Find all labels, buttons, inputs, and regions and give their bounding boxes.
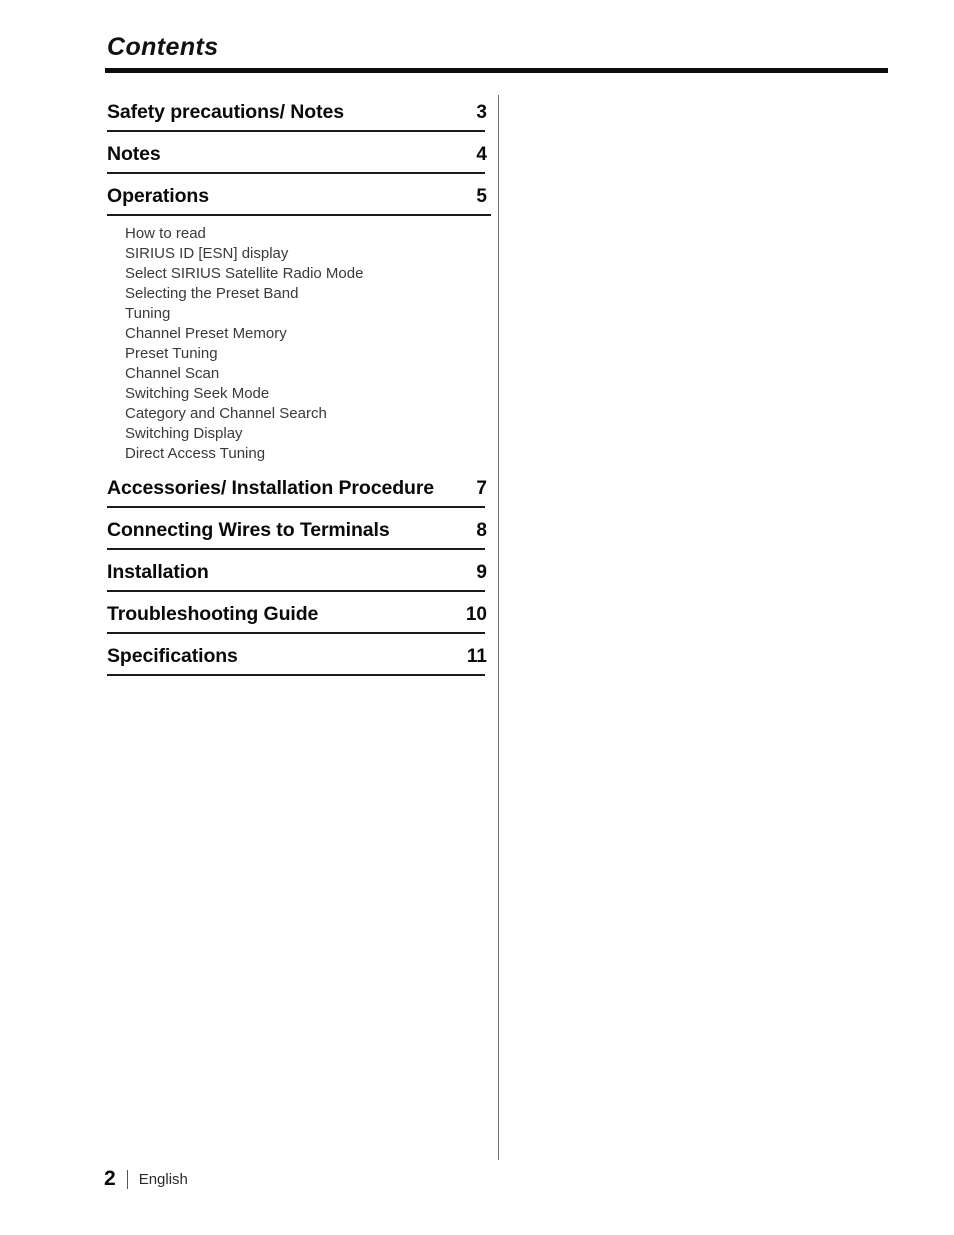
- toc-entry-page-number: 7: [476, 478, 487, 499]
- toc-entry-rule: [107, 548, 485, 550]
- toc-entry-label: Accessories/ Installation Procedure: [107, 477, 435, 499]
- table-of-contents: Safety precautions/ Notes 3 Notes 4 Operatio…: [107, 92, 491, 678]
- column-divider-rule: [498, 95, 499, 1160]
- toc-entry-label: Safety precautions/ Notes: [107, 101, 344, 123]
- document-page: Contents Safety precautions/ Notes 3 Notes…: [0, 0, 954, 1235]
- toc-entry[interactable]: Specifications 11: [107, 636, 487, 674]
- toc-entry-page-number: 4: [476, 144, 487, 165]
- toc-entry[interactable]: Safety precautions/ Notes 3: [107, 92, 487, 130]
- toc-entry-page-number: 9: [476, 562, 487, 583]
- footer-language-label: English: [138, 1170, 188, 1188]
- toc-entry[interactable]: Notes 4: [107, 134, 487, 172]
- toc-subentry[interactable]: Selecting the Preset Band: [125, 284, 487, 304]
- page-title: Contents: [107, 33, 219, 61]
- toc-entry-rule: [107, 674, 485, 676]
- toc-subentry[interactable]: Tuning: [125, 304, 487, 324]
- toc-entry-label: Notes: [107, 143, 161, 165]
- toc-entry-page-number: 3: [476, 102, 487, 123]
- toc-entry-label: Connecting Wires to Terminals: [107, 519, 390, 541]
- toc-entry-label: Operations: [107, 185, 209, 207]
- toc-subentry[interactable]: Category and Channel Search: [125, 404, 487, 424]
- header-divider-rule: [105, 68, 888, 73]
- toc-subentry[interactable]: Switching Display: [125, 424, 487, 444]
- toc-entry-rule: [107, 632, 485, 634]
- toc-entry-rule: [107, 214, 491, 216]
- toc-subentry[interactable]: Channel Preset Memory: [125, 324, 487, 344]
- toc-entry-label: Troubleshooting Guide: [107, 603, 319, 625]
- toc-entry[interactable]: Troubleshooting Guide 10: [107, 594, 487, 632]
- toc-entry-label: Specifications: [107, 645, 238, 667]
- toc-entry-page-number: 8: [476, 520, 487, 541]
- toc-subentry[interactable]: How to read: [125, 224, 487, 244]
- toc-subentry[interactable]: Preset Tuning: [125, 344, 487, 364]
- footer-separator: [126, 1169, 128, 1189]
- toc-entry[interactable]: Installation 9: [107, 552, 487, 590]
- toc-entry-rule: [107, 506, 485, 508]
- toc-entry-page-number: 10: [465, 604, 487, 625]
- page-footer: 2 English: [104, 1167, 188, 1191]
- footer-page-number: 2: [104, 1167, 116, 1190]
- toc-subentry-list: How to read SIRIUS ID [ESN] display Select…: [107, 218, 487, 468]
- toc-subentry[interactable]: Select SIRIUS Satellite Radio Mode: [125, 264, 487, 284]
- toc-entry[interactable]: Connecting Wires to Terminals 8: [107, 510, 487, 548]
- toc-entry[interactable]: Operations 5: [107, 176, 487, 214]
- toc-entry-label: Installation: [107, 561, 209, 583]
- toc-subentry[interactable]: Switching Seek Mode: [125, 384, 487, 404]
- toc-entry[interactable]: Accessories/ Installation Procedure 7: [107, 468, 487, 506]
- toc-entry-rule: [107, 130, 485, 132]
- toc-entry-rule: [107, 590, 485, 592]
- toc-subentry[interactable]: Direct Access Tuning: [125, 444, 487, 464]
- toc-entry-rule: [107, 172, 485, 174]
- toc-subentry[interactable]: SIRIUS ID [ESN] display: [125, 244, 487, 264]
- toc-subentry[interactable]: Channel Scan: [125, 364, 487, 384]
- toc-entry-page-number: 11: [466, 646, 487, 667]
- toc-entry-page-number: 5: [476, 186, 487, 207]
